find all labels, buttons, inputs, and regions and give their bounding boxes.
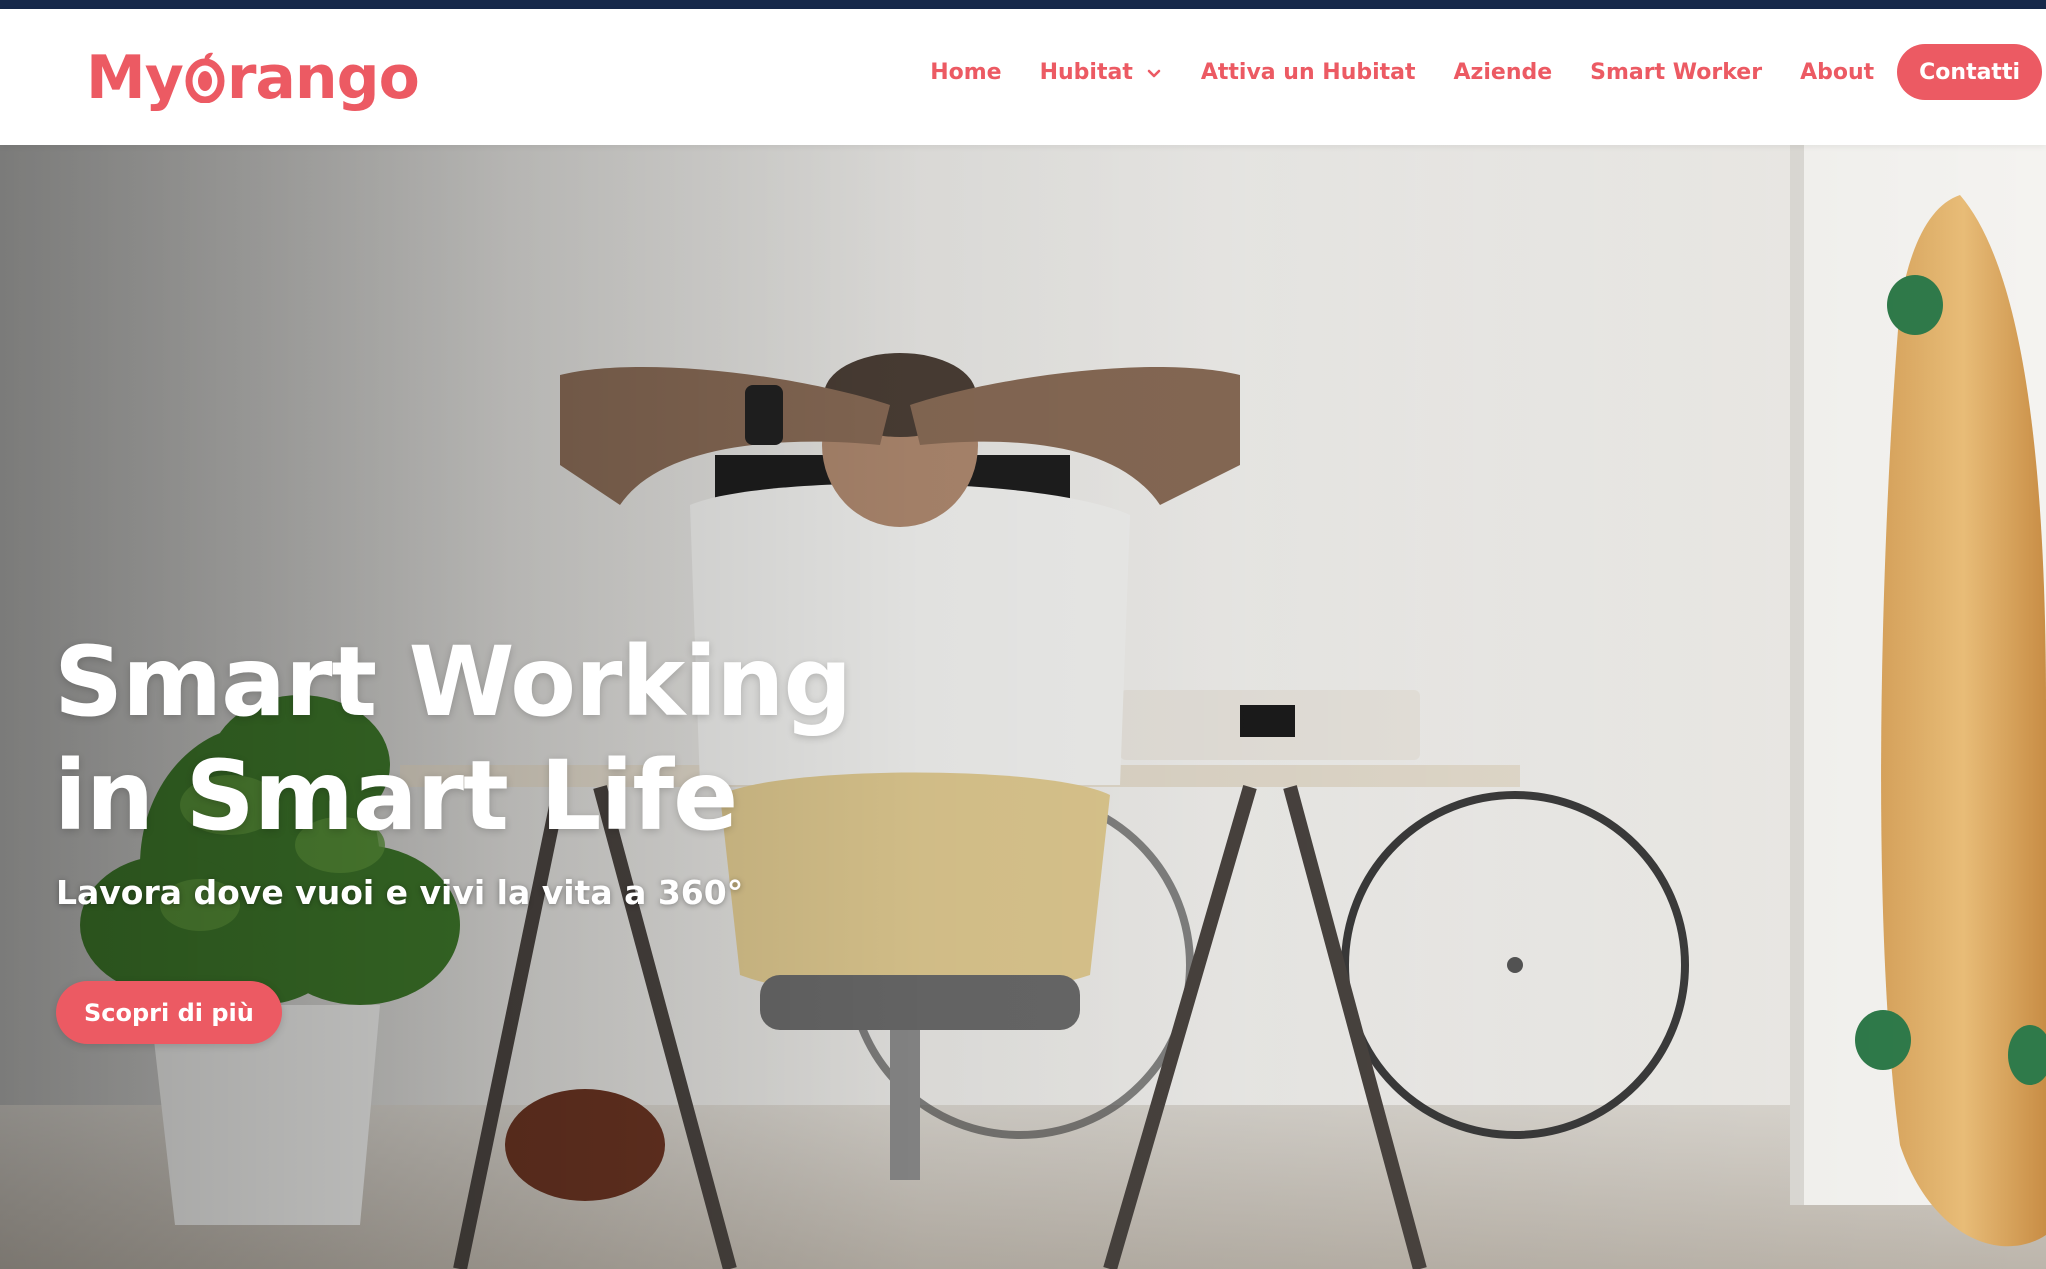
chevron-down-icon	[1145, 63, 1163, 81]
brand-name-part1: My	[86, 43, 184, 113]
nav-item-aziende[interactable]: Aziende	[1454, 60, 1553, 85]
hero-subtitle: Lavora dove vuoi e vivi la vita a 360°	[56, 873, 744, 912]
hero-title: Smart Working in Smart Life	[54, 625, 954, 853]
nav-item-label: Home	[930, 59, 1002, 85]
top-accent-bar	[0, 0, 2046, 9]
nav-item-about[interactable]: About	[1800, 60, 1874, 85]
nav-item-attiva-hubitat[interactable]: Attiva un Hubitat	[1201, 60, 1416, 85]
brand-logo[interactable]: My rango	[86, 37, 420, 119]
hero-title-line2: in Smart Life	[54, 740, 738, 852]
site-header: My rango Home Hubitat Attiva un Hubitat	[0, 9, 2046, 145]
nav-item-label: Smart Worker	[1590, 59, 1763, 85]
brand-name-part2: rango	[226, 43, 420, 113]
orange-o-icon	[185, 48, 225, 104]
hero-title-line1: Smart Working	[54, 626, 852, 738]
contact-button[interactable]: Contatti	[1897, 44, 2042, 100]
learn-more-button[interactable]: Scopri di più	[56, 981, 282, 1044]
nav-item-label: Attiva un Hubitat	[1200, 59, 1416, 85]
nav-item-label: About	[1800, 59, 1875, 85]
nav-item-smart-worker[interactable]: Smart Worker	[1590, 60, 1762, 85]
nav-item-label: Hubitat	[1039, 59, 1133, 85]
nav-item-hubitat[interactable]: Hubitat	[1040, 60, 1163, 85]
nav-item-label: Aziende	[1453, 59, 1553, 85]
main-nav: Home Hubitat Attiva un Hubitat Aziende S…	[911, 43, 2042, 101]
hero-section: Smart Working in Smart Life Lavora dove …	[0, 145, 2046, 1269]
nav-item-home[interactable]: Home	[930, 60, 1001, 85]
